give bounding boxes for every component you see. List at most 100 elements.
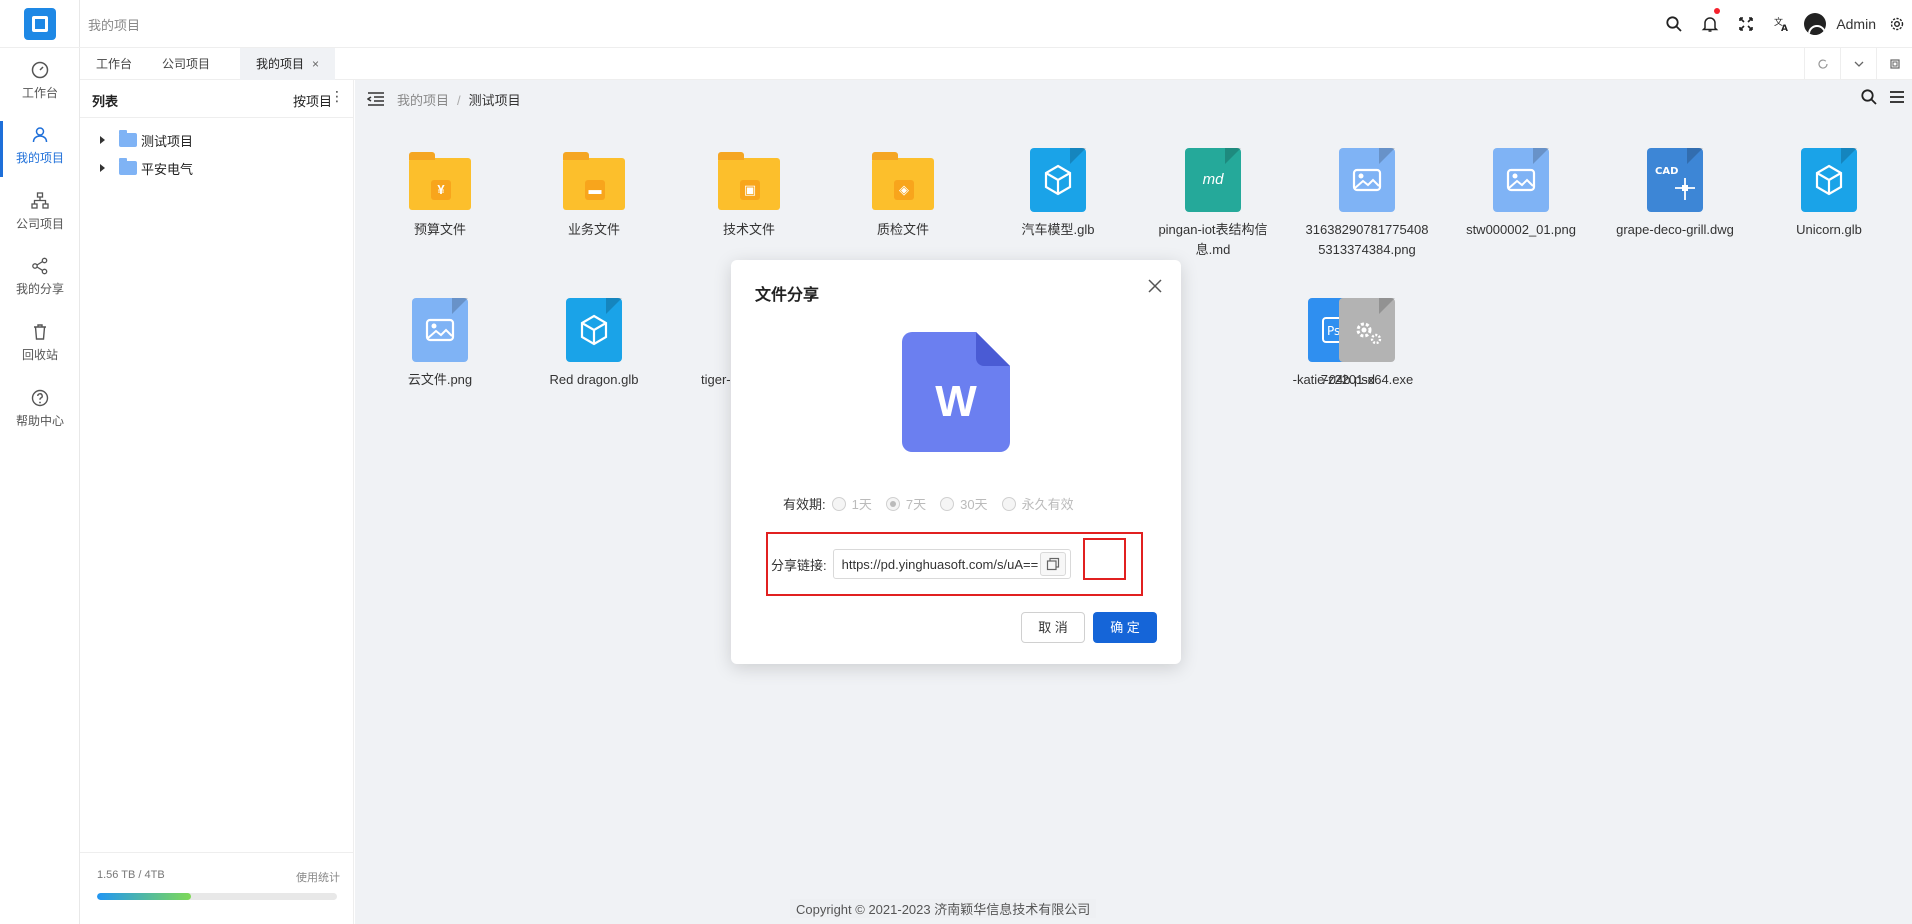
breadcrumb-current: 测试项目: [468, 93, 521, 108]
chevron-down-icon[interactable]: [1840, 48, 1876, 80]
3d-model-icon: [1801, 148, 1857, 212]
bell-icon[interactable]: [1692, 0, 1728, 48]
expiry-radio-30days[interactable]: 30天: [940, 494, 988, 513]
folder-icon: [119, 158, 137, 175]
nav-item-workbench[interactable]: 工作台: [0, 54, 80, 114]
folder-icon: [119, 130, 137, 147]
cad-file-icon: CAD: [1647, 148, 1703, 212]
copy-icon: [1046, 557, 1059, 571]
nav-label: 我的项目: [15, 151, 64, 165]
svg-text:A: A: [1781, 24, 1788, 33]
tab-company-projects[interactable]: 公司项目: [146, 48, 226, 80]
file-item[interactable]: 316382907817754085313374384.png: [1302, 148, 1432, 260]
file-item[interactable]: 汽车模型.glb: [988, 148, 1128, 240]
main-header: 我的项目 / 测试项目: [355, 80, 1912, 118]
expiry-radio-permanent[interactable]: 永久有效: [1001, 494, 1074, 513]
tab-my-projects[interactable]: 我的项目 ×: [240, 48, 336, 80]
file-item[interactable]: Red dragon.glb: [524, 298, 664, 390]
expiry-label: 有效期:: [783, 497, 826, 512]
file-item[interactable]: ◈ 质检文件: [833, 148, 973, 240]
org-icon: [30, 191, 50, 211]
app-logo[interactable]: [24, 8, 56, 40]
search-icon[interactable]: [1860, 88, 1878, 109]
refresh-icon[interactable]: [1804, 48, 1840, 80]
usage-stats-link[interactable]: 使用统计: [296, 869, 340, 885]
file-item[interactable]: 7z2201-x64.exe: [1297, 298, 1437, 390]
nav-item-recycle-bin[interactable]: 回收站: [0, 316, 80, 376]
svg-text:W: W: [935, 377, 977, 426]
file-item[interactable]: ▣ 技术文件: [679, 148, 819, 240]
nav-item-company-projects[interactable]: 公司项目: [0, 185, 80, 245]
image-file-icon: [1339, 148, 1395, 212]
image-file-icon: [1493, 148, 1549, 212]
tree-node-pingan[interactable]: 平安电气: [100, 158, 193, 178]
folder-icon: ◈: [872, 152, 934, 210]
dashboard-icon: [30, 60, 50, 80]
maximize-icon[interactable]: [1876, 48, 1912, 80]
avatar: [1804, 13, 1827, 35]
storage-progress-bar: [97, 893, 337, 900]
page-title: 我的项目: [88, 18, 141, 33]
admin-name: Admin: [1836, 16, 1876, 32]
share-link-row: 分享链接: https://pd.yinghuasoft.com/s/uA==: [771, 549, 1071, 579]
nav-label: 回收站: [21, 348, 58, 362]
file-item[interactable]: Unicorn.glb: [1759, 148, 1899, 240]
search-icon[interactable]: [1656, 0, 1692, 48]
file-item[interactable]: ▬ 业务文件: [524, 148, 664, 240]
file-item[interactable]: 云文件.png: [370, 298, 510, 390]
tree-header: 列表 按项目 ⋮: [80, 80, 354, 118]
copy-link-button[interactable]: [1039, 552, 1066, 576]
share-file-dialog: 文件分享 W 有效期: 1天 7天 30天 永久有效 分享链接: https:/…: [731, 260, 1181, 664]
tab-close-icon[interactable]: ×: [312, 57, 319, 71]
file-item[interactable]: ¥ 预算文件: [370, 148, 510, 240]
tab-workbench[interactable]: 工作台: [80, 48, 148, 80]
more-vertical-icon[interactable]: ⋮: [330, 88, 344, 105]
chip-icon: ▣: [740, 180, 760, 200]
file-item[interactable]: md pingan-iot表结构信息.md: [1143, 148, 1283, 260]
expiry-options: 有效期: 1天 7天 30天 永久有效: [783, 494, 1088, 513]
nav-label: 我的分享: [15, 282, 64, 296]
nav-label: 公司项目: [15, 217, 64, 231]
svg-text:CAD: CAD: [1655, 166, 1678, 177]
close-icon[interactable]: [1147, 278, 1163, 294]
word-document-icon: W: [902, 332, 1010, 452]
user-menu[interactable]: Admin: [1804, 13, 1876, 35]
highlight-box-copy: [1083, 538, 1126, 580]
tree-title: 列表: [92, 94, 119, 109]
folder-icon: ▬: [563, 152, 625, 210]
nav-item-my-shares[interactable]: 我的分享: [0, 250, 80, 310]
breadcrumb: 我的项目 / 测试项目: [397, 93, 521, 108]
file-item[interactable]: stw000002_01.png: [1451, 148, 1591, 240]
expand-arrow-icon[interactable]: [100, 136, 105, 144]
share-icon: [30, 256, 50, 276]
folder-icon: ▣: [718, 152, 780, 210]
share-link-input[interactable]: https://pd.yinghuasoft.com/s/uA==: [832, 549, 1071, 579]
storage-usage: 1.56 TB / 4TB 使用统计: [80, 852, 354, 924]
tree-mode-select[interactable]: 按项目: [293, 91, 332, 110]
settings-gear-icon[interactable]: [1882, 0, 1912, 48]
briefcase-icon: ▬: [585, 180, 605, 200]
project-tree-panel: 列表 按项目 ⋮ 测试项目 平安电气 1.56 TB / 4TB 使用统计: [80, 80, 354, 924]
executable-file-icon: [1339, 298, 1395, 362]
3d-model-icon: [1030, 148, 1086, 212]
cancel-button[interactable]: 取 消: [1021, 612, 1085, 643]
expiry-radio-1day[interactable]: 1天: [831, 494, 872, 513]
collapse-menu-icon[interactable]: [366, 91, 385, 110]
tree-node-test-project[interactable]: 测试项目: [100, 130, 193, 150]
fullscreen-icon[interactable]: [1728, 0, 1764, 48]
file-item[interactable]: CAD grape-deco-grill.dwg: [1605, 148, 1745, 240]
nav-item-help-center[interactable]: 帮助中心: [0, 382, 80, 442]
folder-icon: ¥: [409, 152, 471, 210]
translate-icon[interactable]: 文A: [1764, 0, 1800, 48]
list-view-icon[interactable]: [1888, 88, 1906, 109]
nav-item-my-projects[interactable]: 我的项目: [0, 119, 80, 179]
expand-arrow-icon[interactable]: [100, 164, 105, 172]
nav-label: 帮助中心: [15, 414, 64, 428]
expiry-radio-7days[interactable]: 7天: [885, 494, 926, 513]
nav-label: 工作台: [21, 86, 58, 100]
confirm-button[interactable]: 确 定: [1093, 612, 1157, 643]
notification-dot: [1714, 8, 1721, 14]
share-link-label: 分享链接:: [771, 557, 827, 573]
breadcrumb-root[interactable]: 我的项目: [397, 93, 449, 108]
tab-bar: 工作台 公司项目 我的项目 ×: [80, 48, 1912, 80]
